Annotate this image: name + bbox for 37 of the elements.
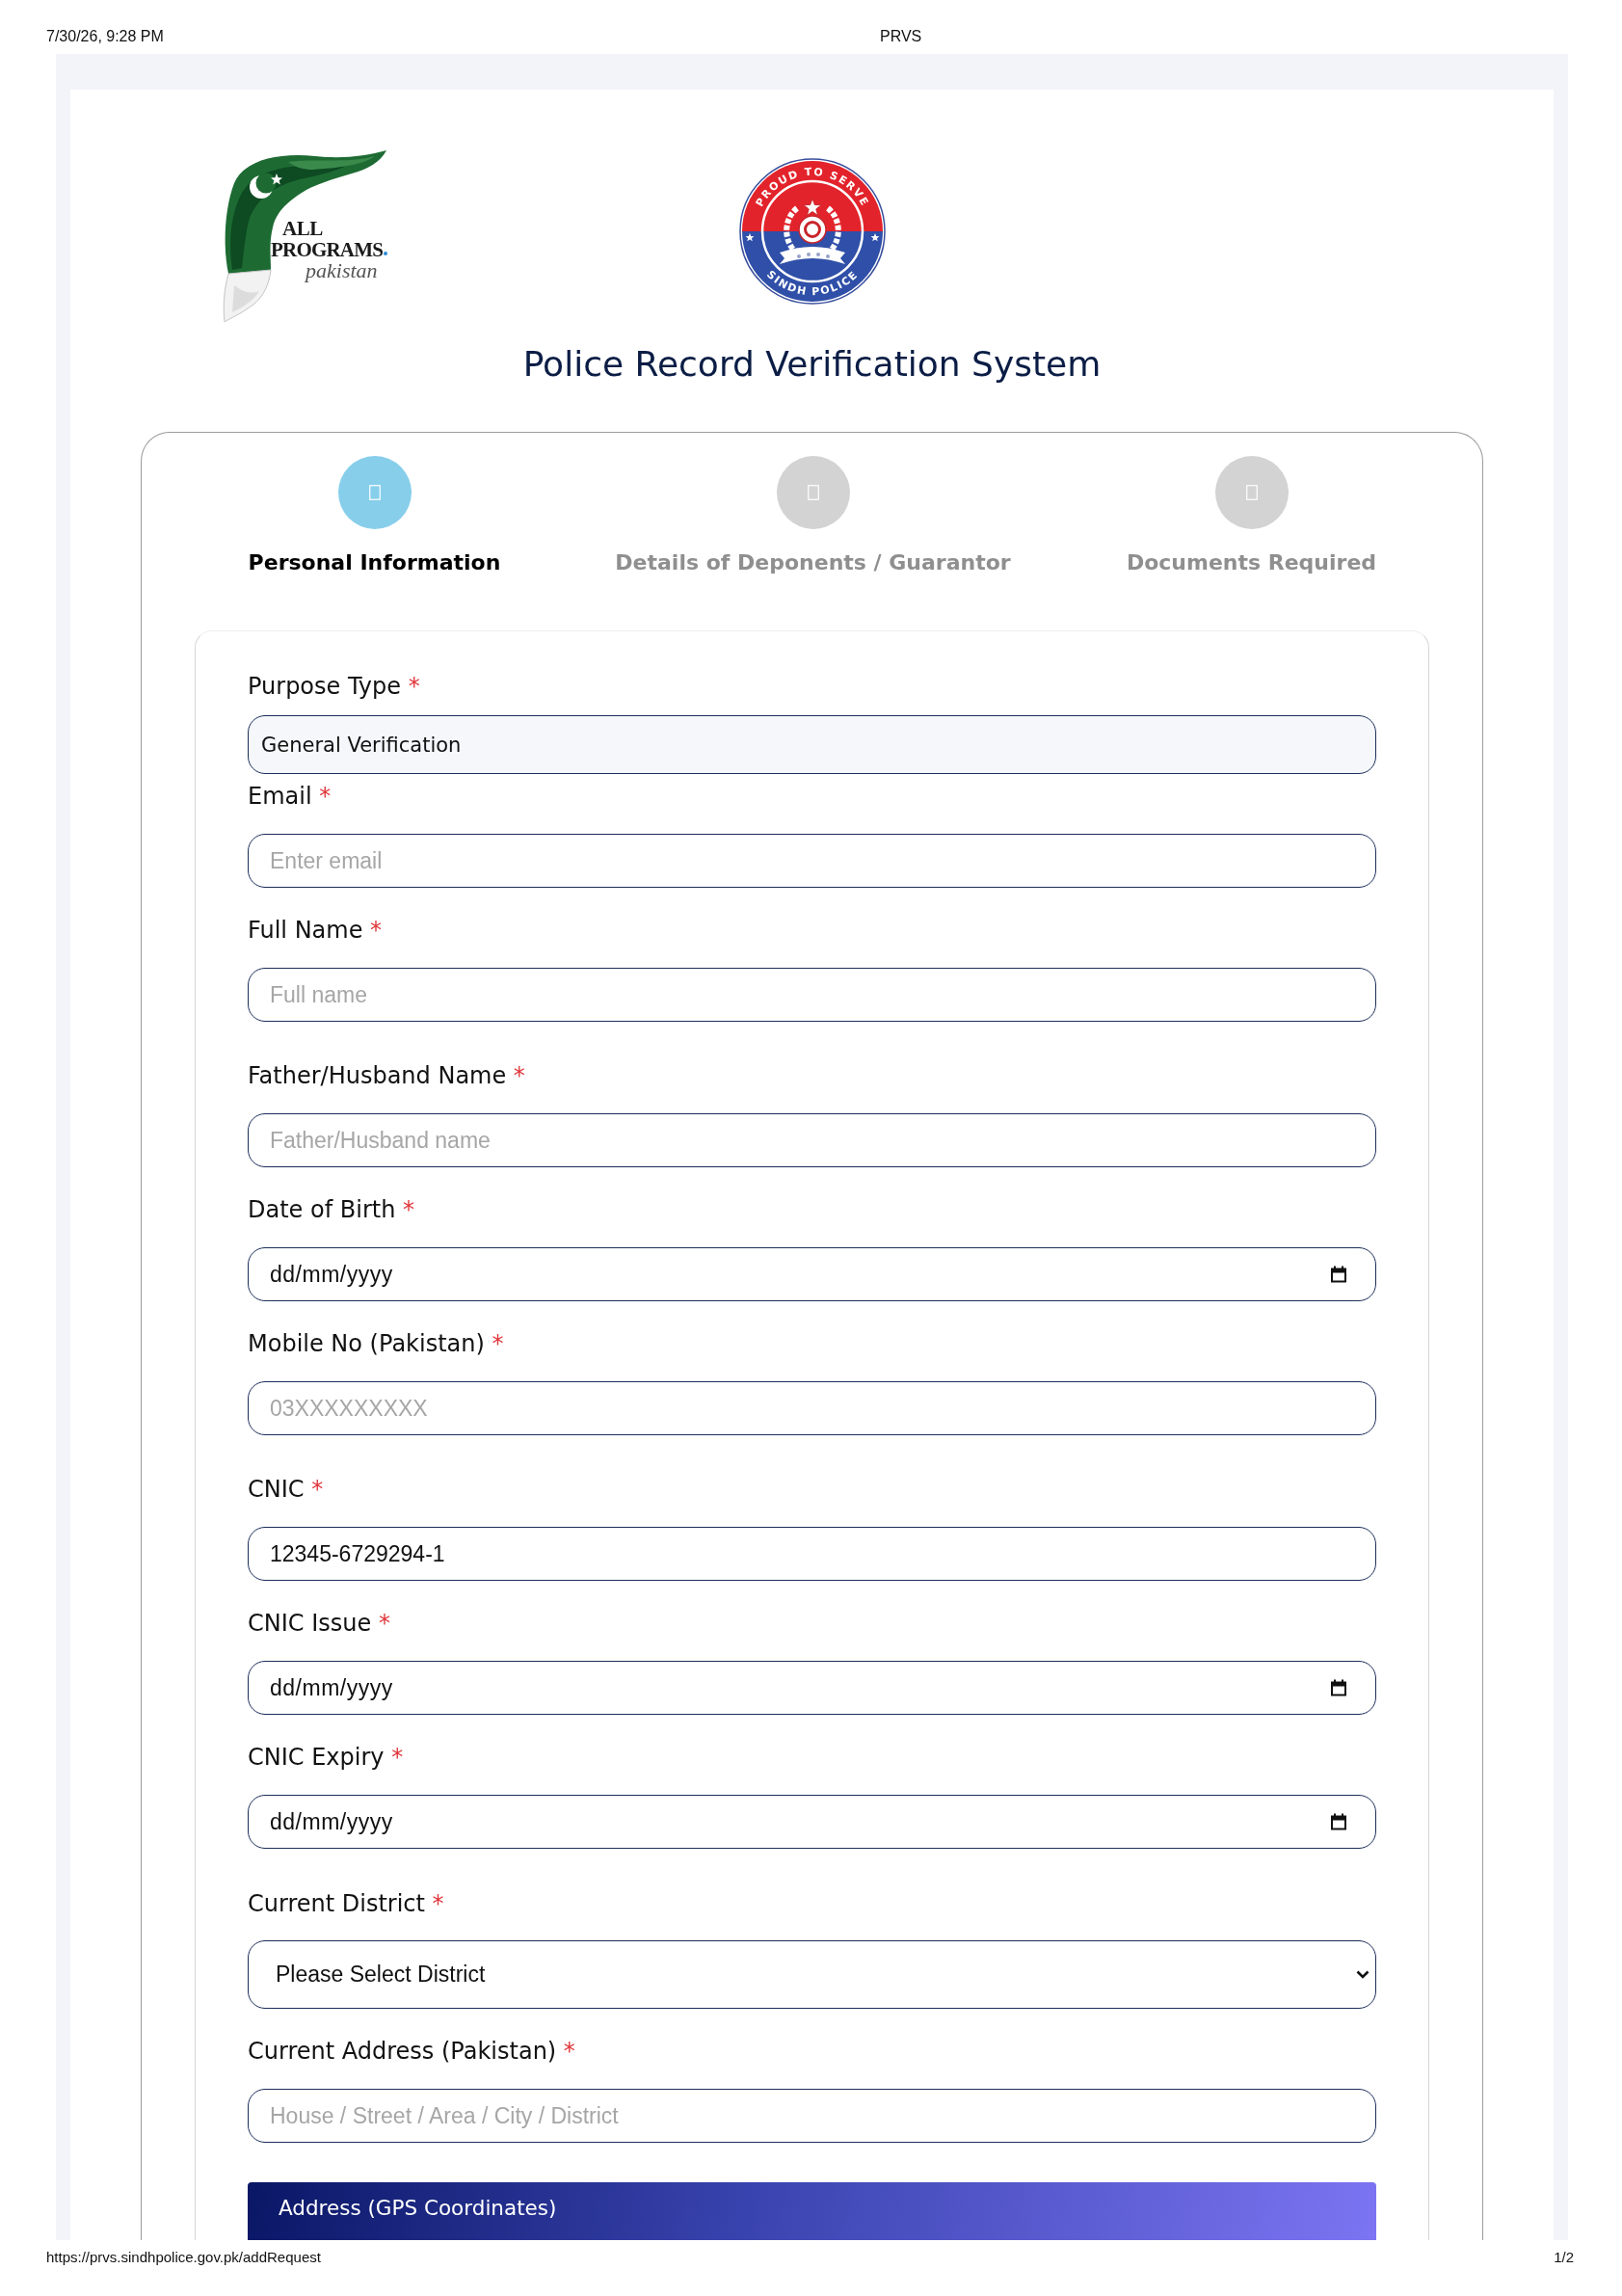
field-label: Date of Birth *	[248, 1195, 414, 1225]
rectangle-icon	[807, 485, 819, 500]
logo-text: PROGRAMS	[271, 239, 384, 260]
dot-icon	[384, 252, 388, 255]
field-label: CNIC Issue *	[248, 1609, 390, 1639]
logo-text: pakistan	[306, 260, 378, 281]
print-timestamp: 7/30/26, 9:28 PM	[46, 27, 165, 46]
text-input[interactable]: 12345-6729294-1	[248, 1527, 1376, 1581]
calendar-icon[interactable]	[1330, 1266, 1347, 1283]
date-input[interactable]: dd/mm/yyyy	[248, 1247, 1376, 1301]
step-label: Details of Deponents / Guarantor	[615, 549, 1011, 576]
step-label: Personal Information	[248, 549, 501, 576]
date-input[interactable]: dd/mm/yyyy	[248, 1795, 1376, 1849]
rectangle-icon	[1245, 485, 1258, 500]
field-label: Current District *	[248, 1889, 444, 1919]
field-label: Full Name *	[248, 916, 383, 946]
field-label: Purpose Type *	[248, 672, 420, 702]
section-header: Address (GPS Coordinates)	[248, 2182, 1376, 2240]
field-label: Mobile No (Pakistan) *	[248, 1329, 504, 1359]
date-input[interactable]: dd/mm/yyyy	[248, 1661, 1376, 1715]
rectangle-icon	[368, 485, 381, 500]
calendar-icon[interactable]	[1330, 1813, 1347, 1830]
step-label: Documents Required	[1126, 549, 1377, 576]
page-number: 1/2	[1554, 2248, 1574, 2267]
chevron-down-icon[interactable]	[1356, 1970, 1369, 1979]
print-page-title: PRVS	[880, 27, 922, 46]
field-label: CNIC *	[248, 1475, 324, 1505]
field-label: Father/Husband Name *	[248, 1061, 525, 1091]
field-label: Email *	[248, 782, 332, 812]
field-label: CNIC Expiry *	[248, 1743, 404, 1773]
logo-text: ALL	[282, 218, 323, 239]
select-dropdown[interactable]: Please Select District	[248, 1940, 1376, 2009]
field-label: Current Address (Pakistan) *	[248, 2037, 575, 2067]
print-url: https://prvs.sindhpolice.gov.pk/addRequest	[46, 2248, 321, 2267]
readonly-field[interactable]: General Verification	[248, 715, 1376, 774]
calendar-icon[interactable]	[1330, 1679, 1347, 1696]
page-title: Police Record Verification System	[522, 343, 1102, 386]
